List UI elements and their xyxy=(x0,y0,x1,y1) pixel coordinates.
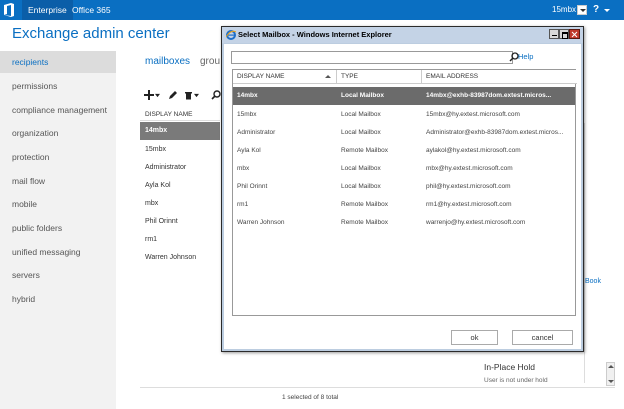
tab-mailboxes[interactable]: mailboxes xyxy=(145,56,190,67)
column-header-label: DISPLAY NAME xyxy=(237,73,285,80)
cell-email: aylakol@hy.extest.microsoft.com xyxy=(426,147,521,154)
table-row[interactable]: 14mbx Local Mailbox 14mbx@exhb-83987dom.… xyxy=(233,87,575,105)
table-row[interactable]: Administrator xyxy=(140,159,220,177)
nav-item-public-folders[interactable]: public folders xyxy=(0,217,116,239)
table-row[interactable]: Phil Orinnt Local Mailbox phil@hy.extest… xyxy=(233,178,575,196)
tab-groups[interactable]: grou xyxy=(200,56,220,67)
user-name[interactable]: 15mbx xyxy=(552,0,576,20)
help-button[interactable]: ? xyxy=(593,0,599,20)
cell-display-name: 15mbx xyxy=(237,111,257,118)
cell-email: warrenjo@hy.extest.microsoft.com xyxy=(426,219,526,226)
help-chevron-down-icon[interactable] xyxy=(604,9,610,12)
divider xyxy=(140,387,615,388)
cell-email: phil@hy.extest.microsoft.com xyxy=(426,183,511,190)
table-row[interactable]: 15mbx xyxy=(140,141,220,159)
table-row[interactable]: Warren Johnson Remote Mailbox warrenjo@h… xyxy=(233,214,575,232)
cell-type: Remote Mailbox xyxy=(341,147,388,154)
nav-item-protection[interactable]: protection xyxy=(0,146,116,168)
delete-icon[interactable] xyxy=(184,90,193,100)
table-row[interactable]: mbx xyxy=(140,195,220,213)
table-row[interactable]: mbx Local Mailbox mbx@hy.extest.microsof… xyxy=(233,160,575,178)
cell-email: Administrator@exhb-83987dom.extest.micro… xyxy=(426,129,564,136)
cell-type: Remote Mailbox xyxy=(341,201,388,208)
search-icon[interactable] xyxy=(211,90,221,100)
close-button[interactable] xyxy=(569,29,580,39)
cell-display-name: Ayla Kol xyxy=(237,147,261,154)
cancel-button[interactable]: cancel xyxy=(512,330,573,345)
nav-item-mail-flow[interactable]: mail flow xyxy=(0,170,116,192)
cell-display-name: rm1 xyxy=(237,201,249,208)
select-mailbox-dialog: Select Mailbox - Windows Internet Explor… xyxy=(221,26,584,352)
delete-chevron-down-icon[interactable] xyxy=(194,93,199,98)
table-row[interactable]: Administrator Local Mailbox Administrato… xyxy=(233,124,575,142)
dialog-title: Select Mailbox - Windows Internet Explor… xyxy=(238,30,392,39)
in-place-hold-value: User is not under hold xyxy=(484,377,548,384)
details-scrollbar[interactable] xyxy=(606,362,615,386)
top-bar: Enterprise Office 365 15mbx ? xyxy=(0,0,624,20)
column-header-type[interactable]: TYPE xyxy=(337,70,422,84)
scroll-down-icon[interactable] xyxy=(608,380,614,383)
scroll-up-icon[interactable] xyxy=(608,365,614,368)
column-header-display-name[interactable]: DISPLAY NAME xyxy=(233,70,337,84)
nav-item-mobile[interactable]: mobile xyxy=(0,193,116,215)
cell-email: rm1@hy.extest.microsoft.com xyxy=(426,201,512,208)
left-nav: recipients permissions compliance manage… xyxy=(0,51,116,409)
mailbox-search-input[interactable] xyxy=(231,51,513,64)
cell-type: Local Mailbox xyxy=(341,165,381,172)
cell-email: mbx@hy.extest.microsoft.com xyxy=(426,165,513,172)
details-link[interactable]: Book xyxy=(585,278,601,285)
cell-display-name: Administrator xyxy=(237,129,276,136)
tab-office-365[interactable]: Office 365 xyxy=(66,0,117,20)
nav-item-unified-messaging[interactable]: unified messaging xyxy=(0,241,116,263)
selection-status: 1 selected of 8 total xyxy=(282,394,339,401)
table-row[interactable]: rm1 xyxy=(140,231,220,249)
office-logo-icon[interactable] xyxy=(2,2,16,18)
cell-email: 15mbx@hy.extest.microsoft.com xyxy=(426,111,520,118)
cell-type: Local Mailbox xyxy=(341,183,381,190)
cell-display-name: Phil Orinnt xyxy=(237,183,268,190)
mailbox-table: DISPLAY NAME TYPE EMAIL ADDRESS 14mbx Lo… xyxy=(232,69,577,316)
divider xyxy=(140,120,220,121)
column-header-email-address[interactable]: EMAIL ADDRESS xyxy=(422,70,577,84)
edit-icon[interactable] xyxy=(168,90,178,100)
table-row[interactable]: rm1 Remote Mailbox rm1@hy.extest.microso… xyxy=(233,196,575,214)
details-pane-border xyxy=(584,123,585,383)
nav-item-hybrid[interactable]: hybrid xyxy=(0,288,116,310)
help-link[interactable]: Help xyxy=(518,52,533,61)
table-row[interactable]: 15mbx Local Mailbox 15mbx@hy.extest.micr… xyxy=(233,106,575,124)
table-row[interactable]: 14mbx xyxy=(140,122,220,140)
nav-item-servers[interactable]: servers xyxy=(0,264,116,286)
internet-explorer-icon xyxy=(226,30,236,40)
cell-display-name: Warren Johnson xyxy=(237,219,285,226)
cell-display-name: mbx xyxy=(237,165,250,172)
minimize-button[interactable] xyxy=(549,29,559,39)
sort-ascending-icon xyxy=(325,75,331,78)
nav-item-compliance-management[interactable]: compliance management xyxy=(0,99,116,121)
cell-type: Local Mailbox xyxy=(341,129,381,136)
in-place-hold-title: In-Place Hold xyxy=(484,362,536,372)
nav-item-recipients[interactable]: recipients xyxy=(0,51,116,73)
column-header-display-name[interactable]: DISPLAY NAME xyxy=(145,111,192,118)
cell-email: 14mbx@exhb-83987dom.extest.micros... xyxy=(426,92,552,99)
dialog-title-bar[interactable]: Select Mailbox - Windows Internet Explor… xyxy=(222,27,583,43)
table-row[interactable]: Warren Johnson xyxy=(140,249,220,267)
add-chevron-down-icon[interactable] xyxy=(155,93,160,98)
nav-item-organization[interactable]: organization xyxy=(0,122,116,144)
cell-type: Local Mailbox xyxy=(341,92,384,99)
user-menu-dropdown-icon[interactable] xyxy=(577,5,587,15)
table-row[interactable]: Phil Orinnt xyxy=(140,213,220,231)
dialog-body: Help DISPLAY NAME TYPE EMAIL ADDRESS 14m… xyxy=(224,44,581,349)
ok-button[interactable]: ok xyxy=(451,330,498,345)
nav-item-permissions[interactable]: permissions xyxy=(0,75,116,97)
cell-type: Local Mailbox xyxy=(341,111,381,118)
add-icon[interactable] xyxy=(143,89,155,101)
table-row[interactable]: Ayla Kol Remote Mailbox aylakol@hy.extes… xyxy=(233,142,575,160)
table-row[interactable]: Ayla Kol xyxy=(140,177,220,195)
cell-display-name: 14mbx xyxy=(237,92,258,99)
app-title: Exchange admin center xyxy=(12,25,170,42)
maximize-button[interactable] xyxy=(559,29,569,39)
cell-type: Remote Mailbox xyxy=(341,219,388,226)
